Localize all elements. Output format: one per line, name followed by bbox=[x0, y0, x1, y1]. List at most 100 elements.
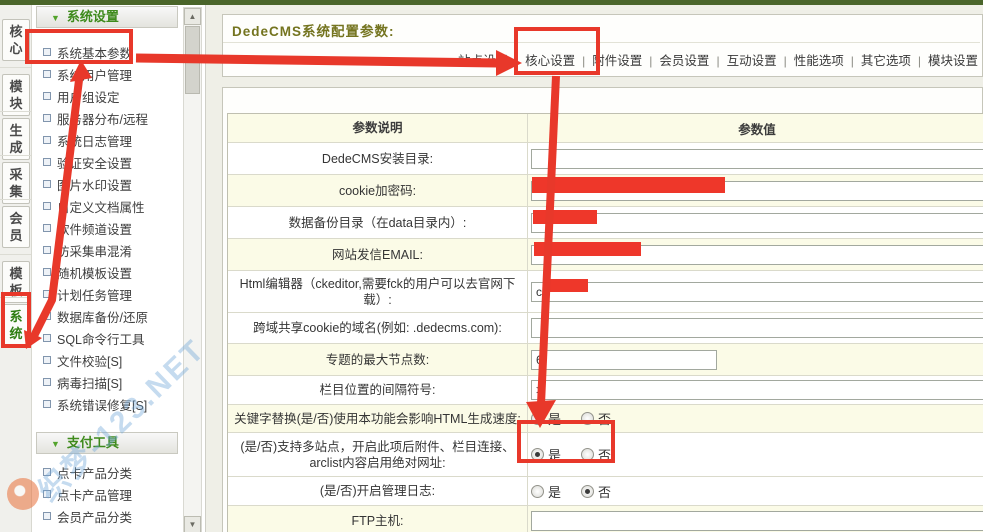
settings-tab-6[interactable]: 性能选项 bbox=[794, 54, 844, 68]
table-row: 网站发信EMAIL: bbox=[228, 239, 983, 271]
param-label: 跨域共享cookie的域名(例如: .dedecms.com): bbox=[228, 313, 528, 343]
param-input[interactable]: c bbox=[531, 282, 983, 302]
sidebar-item[interactable]: 系统基本参数 bbox=[32, 41, 182, 63]
table-row: 关键字替换(是/否)使用本功能会影响HTML生成速度:是否 bbox=[228, 405, 983, 433]
sidebar-item[interactable]: 防采集串混淆 bbox=[32, 239, 182, 261]
settings-tab-8[interactable]: 模块设置 bbox=[928, 54, 978, 68]
sidebar-item[interactable]: 系统日志管理 bbox=[32, 129, 182, 151]
table-row: 数据备份目录（在data目录内）: bbox=[228, 207, 983, 239]
settings-tab-2[interactable]: 核心设置 bbox=[525, 54, 575, 68]
table-row: 跨域共享cookie的域名(例如: .dedecms.com): bbox=[228, 313, 983, 344]
settings-tab-7[interactable]: 其它选项 bbox=[861, 54, 911, 68]
sidebar-item[interactable]: 计划任务管理 bbox=[32, 283, 182, 305]
sidebar-item[interactable]: SQL命令行工具 bbox=[32, 327, 182, 349]
sidebar-item[interactable]: 服务器分布/远程 bbox=[32, 107, 182, 129]
sidebar-item[interactable]: 数据库备份/还原 bbox=[32, 305, 182, 327]
bullet-icon bbox=[43, 246, 51, 254]
sidebar-item-list: 点卡产品分类点卡产品管理会员产品分类会员消费记录 bbox=[32, 461, 182, 532]
section-title: 系统设置 bbox=[67, 9, 119, 24]
param-label: FTP主机: bbox=[228, 506, 528, 532]
tab-separator: | bbox=[918, 54, 921, 68]
param-input[interactable] bbox=[531, 245, 983, 265]
sidebar-item[interactable]: 系统用户管理 bbox=[32, 63, 182, 85]
sidebar-section-header[interactable]: ▼支付工具 bbox=[36, 432, 178, 454]
radio-yes[interactable] bbox=[531, 412, 544, 425]
sidebar-scrollbar[interactable]: ▲ ▼ bbox=[183, 7, 202, 532]
radio-yes[interactable] bbox=[531, 485, 544, 498]
scroll-up-icon[interactable]: ▲ bbox=[184, 8, 201, 25]
sidebar-item[interactable]: 点卡产品管理 bbox=[32, 483, 182, 505]
module-tab-1[interactable]: 核心 bbox=[2, 19, 30, 61]
sidebar-item[interactable]: 软件频道设置 bbox=[32, 217, 182, 239]
sidebar-item[interactable]: 系统错误修复[S] bbox=[32, 393, 182, 415]
radio-no[interactable] bbox=[581, 448, 594, 461]
param-input[interactable] bbox=[531, 213, 983, 233]
module-tab-7[interactable]: 系统 bbox=[2, 304, 30, 346]
param-input[interactable] bbox=[531, 149, 983, 169]
tab-separator: | bbox=[784, 54, 787, 68]
dedecms-admin-window: 核心模块生成采集会员模板系统 ▼系统设置系统基本参数系统用户管理用户组设定服务器… bbox=[0, 0, 983, 532]
radio-label-no: 否 bbox=[598, 409, 611, 428]
param-input[interactable]: 6 bbox=[531, 350, 717, 370]
param-value-cell: 是否 bbox=[528, 477, 983, 505]
tab-separator: | bbox=[851, 54, 854, 68]
sidebar-item[interactable]: 验证安全设置 bbox=[32, 151, 182, 173]
bullet-icon bbox=[43, 114, 51, 122]
sidebar-item[interactable]: 用户组设定 bbox=[32, 85, 182, 107]
settings-tab-bar: 站点设置|核心设置|附件设置|会员设置|互动设置|性能选项|其它选项|模块设置 bbox=[230, 50, 978, 69]
settings-tab-1[interactable]: 站点设置 bbox=[458, 54, 508, 68]
page-title: DedeCMS系统配置参数: bbox=[232, 20, 395, 40]
radio-no[interactable] bbox=[581, 485, 594, 498]
bullet-icon bbox=[43, 268, 51, 276]
bullet-icon bbox=[43, 202, 51, 210]
sidebar-item[interactable]: 病毒扫描[S] bbox=[32, 371, 182, 393]
sidebar-item-label: 点卡产品管理 bbox=[57, 485, 132, 504]
sidebar-item[interactable]: 点卡产品分类 bbox=[32, 461, 182, 483]
param-input[interactable] bbox=[531, 181, 983, 201]
sidebar-item[interactable]: 随机模板设置 bbox=[32, 261, 182, 283]
bullet-icon bbox=[43, 468, 51, 476]
bullet-icon bbox=[43, 378, 51, 386]
scrollbar-thumb[interactable] bbox=[185, 26, 200, 94]
table-row: cookie加密码: bbox=[228, 175, 983, 207]
settings-tab-4[interactable]: 会员设置 bbox=[659, 54, 709, 68]
param-value-cell: 是否 bbox=[528, 433, 983, 476]
table-row: 专题的最大节点数:6 bbox=[228, 344, 983, 376]
param-label: 网站发信EMAIL: bbox=[228, 239, 528, 270]
sidebar-item-label: 自定义文档属性 bbox=[57, 197, 145, 216]
param-label: 专题的最大节点数: bbox=[228, 344, 528, 375]
bullet-icon bbox=[43, 400, 51, 408]
bullet-icon bbox=[43, 290, 51, 298]
sidebar-item[interactable]: 会员消费记录 bbox=[32, 527, 182, 532]
settings-tab-3[interactable]: 附件设置 bbox=[592, 54, 642, 68]
section-caret-icon: ▼ bbox=[51, 439, 60, 449]
sidebar-item[interactable]: 文件校验[S] bbox=[32, 349, 182, 371]
scroll-down-icon[interactable]: ▼ bbox=[184, 516, 201, 532]
param-value-cell bbox=[528, 506, 983, 532]
tab-divider bbox=[0, 111, 31, 112]
table-row: FTP主机: bbox=[228, 506, 983, 532]
param-label: 关键字替换(是/否)使用本功能会影响HTML生成速度: bbox=[228, 405, 528, 432]
sidebar-item[interactable]: 会员产品分类 bbox=[32, 505, 182, 527]
sidebar-item-label: 系统日志管理 bbox=[57, 131, 132, 150]
param-label: 数据备份目录（在data目录内）: bbox=[228, 207, 528, 238]
sidebar-menu-panel: ▼系统设置系统基本参数系统用户管理用户组设定服务器分布/远程系统日志管理验证安全… bbox=[32, 5, 182, 532]
bullet-icon bbox=[43, 334, 51, 342]
settings-tab-5[interactable]: 互动设置 bbox=[727, 54, 777, 68]
module-tab-3[interactable]: 生成 bbox=[2, 118, 30, 160]
sidebar-section-header[interactable]: ▼系统设置 bbox=[36, 6, 178, 28]
sidebar-item[interactable]: 图片水印设置 bbox=[32, 173, 182, 195]
param-input[interactable] bbox=[531, 511, 983, 531]
param-input[interactable] bbox=[531, 318, 983, 338]
sidebar-item[interactable]: 自定义文档属性 bbox=[32, 195, 182, 217]
param-value-cell bbox=[528, 207, 983, 238]
sidebar-item-label: 数据库备份/还原 bbox=[57, 307, 148, 326]
param-input[interactable]: > bbox=[531, 380, 983, 400]
radio-no[interactable] bbox=[581, 412, 594, 425]
module-tab-2[interactable]: 模块 bbox=[2, 74, 30, 116]
radio-yes[interactable] bbox=[531, 448, 544, 461]
module-tab-4[interactable]: 采集 bbox=[2, 162, 30, 204]
sidebar-item-label: 文件校验[S] bbox=[57, 351, 122, 370]
module-tab-5[interactable]: 会员 bbox=[2, 206, 30, 248]
sidebar-item-label: 系统错误修复[S] bbox=[57, 395, 147, 414]
